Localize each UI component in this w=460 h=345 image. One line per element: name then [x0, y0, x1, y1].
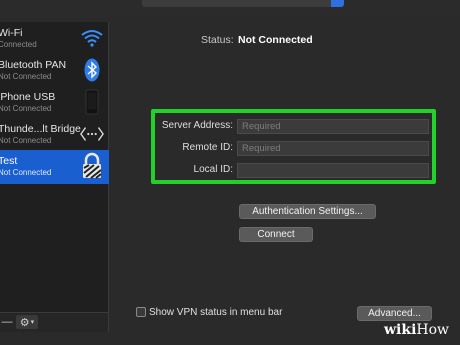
authentication-settings-button[interactable]: Authentication Settings...: [239, 204, 376, 219]
show-vpn-status-label: Show VPN status in menu bar: [149, 307, 283, 318]
server-address-field[interactable]: [237, 119, 429, 134]
thunderbolt-bridge-icon: [80, 121, 104, 147]
service-status: Connected: [0, 40, 37, 49]
iphone-icon: [80, 89, 104, 115]
local-id-label: Local ID:: [193, 164, 233, 175]
chevron-down-icon: [331, 0, 344, 7]
service-name: iPhone USB: [0, 91, 56, 103]
show-vpn-status-checkbox[interactable]: [136, 307, 146, 317]
gear-icon: ⚙: [19, 316, 30, 329]
service-item-wifi[interactable]: Wi-Fi Connected: [0, 22, 109, 54]
vpn-lock-icon: [80, 152, 104, 179]
service-name: Wi-Fi: [0, 27, 23, 39]
chevron-down-icon: ▾: [30, 319, 35, 326]
service-list: Wi-Fi Connected Bluetooth PAN Not Connec…: [0, 22, 109, 312]
service-item-test[interactable]: Test Not Connected: [0, 150, 109, 184]
service-item-iphone-usb[interactable]: iPhone USB Not Connected: [0, 86, 109, 118]
service-status: Not Connected: [0, 168, 52, 177]
remote-id-label: Remote ID:: [182, 142, 233, 153]
service-name: Test: [0, 155, 18, 167]
wikihow-watermark: wikiHow: [384, 322, 450, 338]
service-status: Not Connected: [0, 136, 52, 145]
bluetooth-icon: [80, 57, 104, 83]
location-popup[interactable]: [142, 0, 344, 7]
service-item-bluetooth-pan[interactable]: Bluetooth PAN Not Connected: [0, 54, 109, 86]
service-name: Bluetooth PAN: [0, 59, 67, 71]
server-address-label: Server Address:: [161, 120, 233, 131]
gear-menu-button[interactable]: ⚙ ▾: [16, 315, 38, 329]
status-value: Not Connected: [238, 34, 313, 46]
wifi-icon: [80, 25, 104, 51]
status-label: Status:: [201, 34, 234, 46]
service-list-toolbar: — ⚙ ▾: [0, 312, 109, 332]
service-status: Not Connected: [0, 104, 52, 113]
service-name: Thunde...lt Bridge: [0, 123, 81, 135]
connect-button[interactable]: Connect: [239, 227, 313, 242]
advanced-button[interactable]: Advanced...: [357, 306, 432, 321]
remote-id-field[interactable]: [237, 141, 429, 156]
service-item-thunderbolt-bridge[interactable]: Thunde...lt Bridge Not Connected: [0, 118, 109, 150]
top-bar: [0, 0, 460, 16]
local-id-field[interactable]: [237, 163, 429, 178]
remove-service-button[interactable]: —: [2, 315, 13, 329]
service-status: Not Connected: [0, 72, 52, 81]
